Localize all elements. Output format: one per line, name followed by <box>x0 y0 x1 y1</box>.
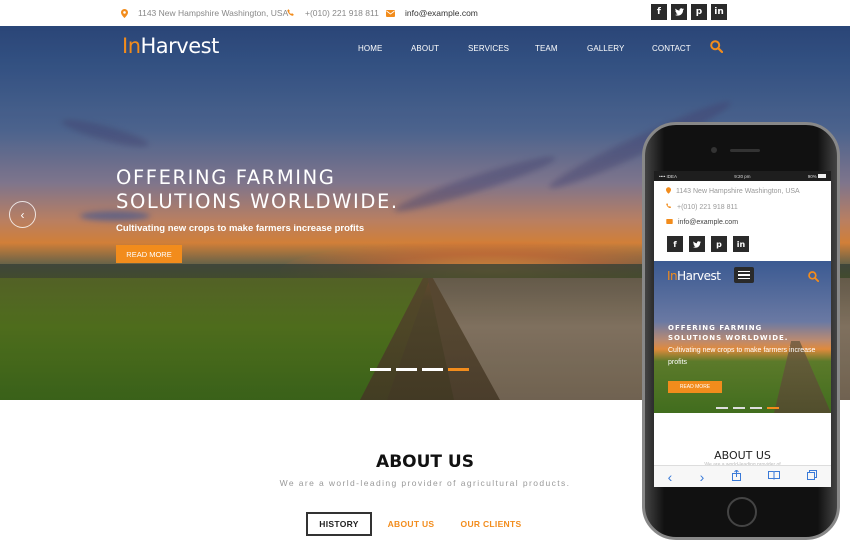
battery-icon <box>817 174 826 179</box>
hamburger-menu-icon[interactable] <box>734 267 754 283</box>
phone-phone-info: +(010) 221 918 811 <box>666 203 738 211</box>
phone-status-bar: •••• IDEA 9:20 pm 90% <box>654 171 831 181</box>
nav-home[interactable]: HOME <box>358 44 382 53</box>
slider-indicators <box>370 368 469 371</box>
twitter-icon[interactable] <box>671 4 687 20</box>
hero-headline-line2: SOLUTIONS WORLDWIDE. <box>116 190 399 213</box>
email-text[interactable]: info@example.com <box>405 8 478 18</box>
phone-email-info: info@example.com <box>666 219 738 226</box>
pinterest-icon[interactable]: p <box>711 236 727 252</box>
phone-icon <box>287 9 295 17</box>
read-more-button[interactable]: READ MORE <box>116 245 182 263</box>
tabs-icon[interactable] <box>807 470 818 483</box>
share-icon[interactable] <box>731 468 741 484</box>
phone-hero: InHarvest OFFERING FARMING SOLUTIONS WOR… <box>654 261 831 413</box>
tab-about-us[interactable]: ABOUT US <box>384 512 438 536</box>
forward-icon[interactable]: › <box>700 469 705 485</box>
slider-dot-4[interactable] <box>448 368 469 371</box>
phone-info: +(010) 221 918 811 <box>287 0 379 26</box>
phone-screen: •••• IDEA 9:20 pm 90% 1143 New Hampshire… <box>654 171 831 487</box>
nav-services[interactable]: SERVICES <box>468 44 509 53</box>
envelope-icon <box>386 9 395 17</box>
slider-dot-1[interactable] <box>370 368 391 371</box>
email-info: info@example.com <box>386 0 478 26</box>
logo-text: Harvest <box>677 269 721 283</box>
phone-headline-line2: SOLUTIONS WORLDWIDE. <box>668 334 789 342</box>
pinterest-icon[interactable]: p <box>691 4 707 20</box>
slider-dot-3[interactable] <box>422 368 443 371</box>
search-icon[interactable] <box>808 269 820 283</box>
phone-phone-text[interactable]: +(010) 221 918 811 <box>677 204 738 211</box>
slider-dot-2[interactable] <box>396 368 417 371</box>
phone-site-logo[interactable]: InHarvest <box>667 269 721 283</box>
site-logo[interactable]: InHarvest <box>122 34 219 58</box>
slider-dot-3[interactable] <box>750 407 762 409</box>
slider-dot-1[interactable] <box>716 407 728 409</box>
phone-about-title: ABOUT US <box>714 449 771 462</box>
slider-dot-4[interactable] <box>767 407 779 409</box>
hero-headline-line1: OFFERING FARMING <box>116 166 336 189</box>
logo-text: Harvest <box>140 34 220 58</box>
nav-team[interactable]: TEAM <box>535 44 558 53</box>
social-links: f p in <box>651 4 727 20</box>
logo-accent: In <box>122 34 141 58</box>
status-carrier: •••• IDEA <box>659 173 678 179</box>
slider-dot-2[interactable] <box>733 407 745 409</box>
search-icon[interactable] <box>710 40 724 54</box>
slider-prev-button[interactable]: ‹ <box>9 201 36 228</box>
twitter-icon[interactable] <box>689 236 705 252</box>
phone-hero-headline: OFFERING FARMING SOLUTIONS WORLDWIDE. <box>668 323 788 343</box>
hero-headline: OFFERING FARMING SOLUTIONS WORLDWIDE. <box>116 166 399 214</box>
map-pin-icon <box>121 8 128 18</box>
phone-email-text[interactable]: info@example.com <box>678 219 738 226</box>
browser-toolbar: ‹ › <box>654 465 831 487</box>
chevron-left-icon: ‹ <box>20 207 25 222</box>
back-icon[interactable]: ‹ <box>668 469 673 485</box>
phone-speaker <box>730 149 760 152</box>
phone-icon <box>666 203 672 211</box>
status-battery: 90% <box>808 174 826 179</box>
address-text: 1143 New Hampshire Washington, USA <box>138 8 289 18</box>
phone-text[interactable]: +(010) 221 918 811 <box>305 8 379 18</box>
envelope-icon <box>666 219 673 226</box>
address-info: 1143 New Hampshire Washington, USA <box>121 0 288 26</box>
nav-about[interactable]: ABOUT <box>411 44 439 53</box>
hero-subline: Cultivating new crops to make farmers in… <box>116 223 365 234</box>
linkedin-icon[interactable]: in <box>711 4 727 20</box>
nav-gallery[interactable]: GALLERY <box>587 44 624 53</box>
facebook-icon[interactable]: f <box>651 4 667 20</box>
phone-mockup: •••• IDEA 9:20 pm 90% 1143 New Hampshire… <box>642 122 840 540</box>
map-pin-icon <box>666 187 671 196</box>
phone-address-info: 1143 New Hampshire Washington, USA <box>666 187 800 196</box>
home-button[interactable] <box>727 497 757 527</box>
phone-camera <box>711 147 717 153</box>
phone-slider-indicators <box>716 407 779 409</box>
status-time: 9:20 pm <box>734 173 751 179</box>
nav-contact[interactable]: CONTACT <box>652 44 691 53</box>
battery-percent: 90% <box>807 173 817 179</box>
logo-accent: In <box>667 269 678 283</box>
bookmarks-icon[interactable] <box>767 470 780 483</box>
phone-hero-subline: Cultivating new crops to make farmers in… <box>668 347 816 366</box>
phone-read-more-button[interactable]: READ MORE <box>668 381 722 393</box>
page: 1143 New Hampshire Washington, USA +(010… <box>0 0 850 540</box>
linkedin-icon[interactable]: in <box>733 236 749 252</box>
tab-our-clients[interactable]: OUR CLIENTS <box>458 512 524 536</box>
phone-address-text: 1143 New Hampshire Washington, USA <box>676 188 800 195</box>
tab-history[interactable]: HISTORY <box>306 512 372 536</box>
phone-social-links: f p in <box>667 236 749 252</box>
phone-headline-line1: OFFERING FARMING <box>668 324 763 332</box>
top-bar: 1143 New Hampshire Washington, USA +(010… <box>0 0 850 26</box>
facebook-icon[interactable]: f <box>667 236 683 252</box>
